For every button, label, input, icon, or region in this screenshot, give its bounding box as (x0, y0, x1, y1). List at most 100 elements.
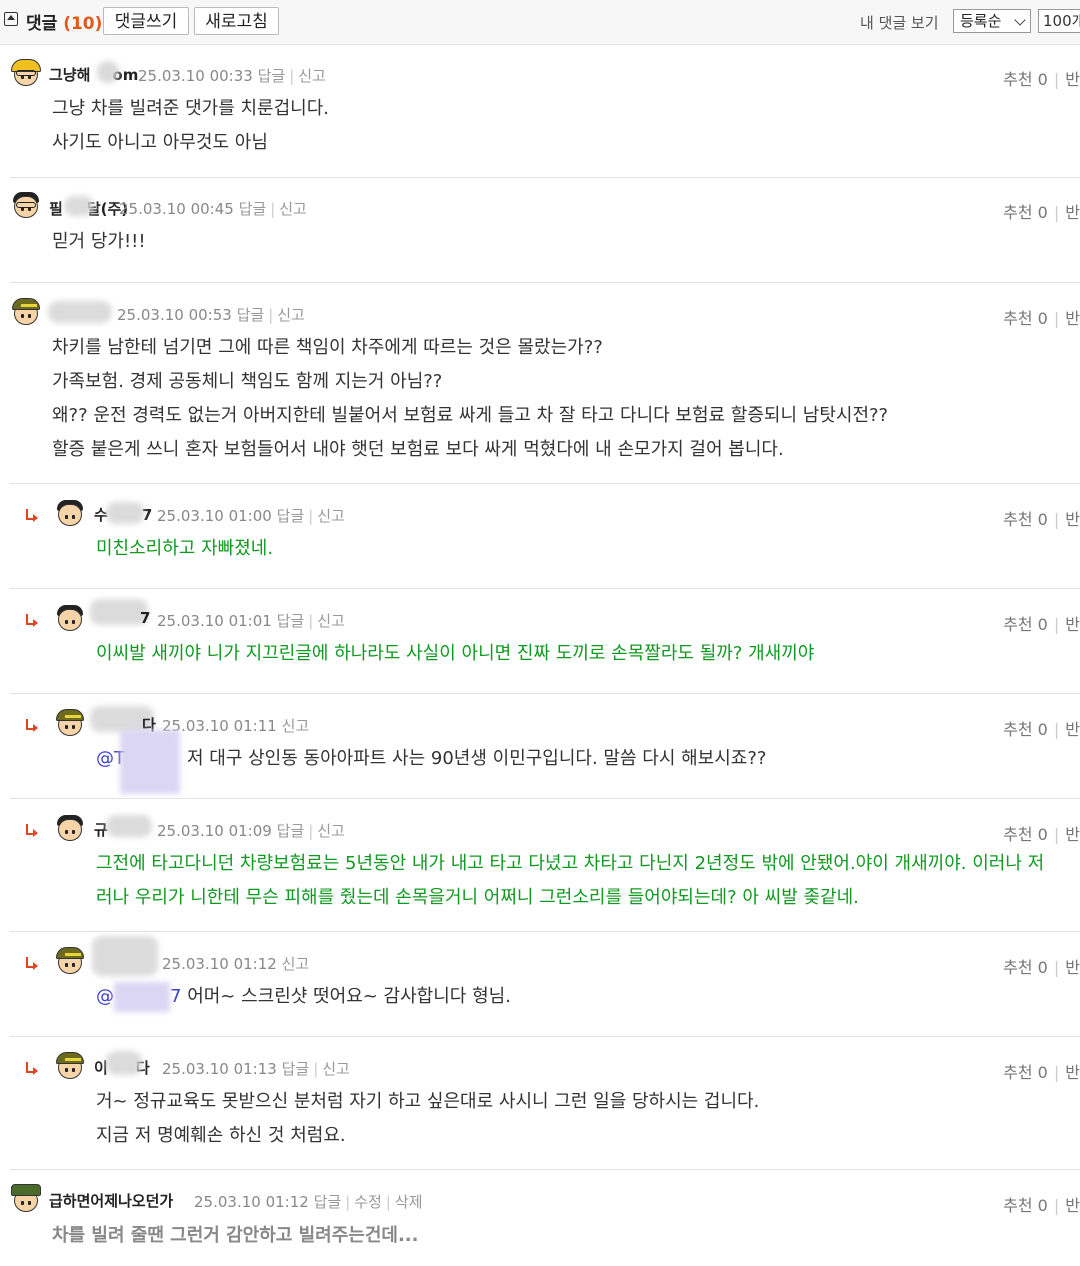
reply-link[interactable]: 답글 (314, 1193, 342, 1211)
report-link[interactable]: 신고 (317, 507, 345, 525)
reply-link[interactable]: 답글 (258, 67, 286, 85)
redaction-blur (114, 982, 170, 1012)
oppose-button[interactable]: 반 (1065, 720, 1080, 739)
avatar[interactable] (10, 1184, 42, 1216)
per-page-select[interactable]: 100개 (1038, 9, 1080, 33)
report-link[interactable]: 신고 (298, 67, 326, 85)
recommend-area: 추천 0 | 반 (1003, 720, 1080, 739)
recommend-button[interactable]: 추천 0 (1003, 510, 1048, 529)
recommend-button[interactable]: 추천 0 (1003, 615, 1048, 634)
reply-link[interactable]: 답글 (277, 612, 305, 630)
avatar[interactable] (54, 813, 86, 845)
recommend-area: 추천 0 | 반 (1003, 1063, 1080, 1082)
recommend-area: 추천 0 | 반 (1003, 309, 1080, 328)
redaction-blur (106, 815, 152, 837)
recommend-button[interactable]: 추천 0 (1003, 70, 1048, 89)
report-link[interactable]: 신고 (277, 306, 305, 324)
comment-body: 믿거 당가!!! (52, 231, 146, 252)
reply-link[interactable]: 답글 (277, 822, 305, 840)
edit-link[interactable]: 수정 (354, 1193, 382, 1211)
comment-nickname[interactable]: 급하면어제나오던가 (49, 1190, 173, 1211)
recommend-button[interactable]: 추천 0 (1003, 309, 1048, 328)
avatar[interactable] (10, 190, 42, 222)
reply-link[interactable]: 답글 (277, 507, 305, 525)
comment-meta: 25.03.10 01:01 답글 | 신고 (157, 612, 345, 630)
avatar[interactable] (10, 58, 42, 90)
collapse-icon[interactable] (4, 12, 18, 26)
reply-item: 25.03.10 01:12 신고 추천 0 | 반 @7 어머~ 스크린샷 떳어요… (10, 932, 1080, 1037)
redaction-blur (106, 502, 144, 524)
avatar[interactable] (54, 603, 86, 635)
comments-title: 댓글 (10) (26, 14, 103, 34)
recommend-button[interactable]: 추천 0 (1003, 1196, 1048, 1215)
recommend-area: 추천 0 | 반 (1003, 958, 1080, 977)
comment-body: 거~ 정규교육도 못받으신 분처럼 자기 하고 싶은대로 사시니 그런 일을 당… (96, 1091, 760, 1146)
report-link[interactable]: 신고 (322, 1060, 350, 1078)
avatar[interactable] (54, 708, 86, 740)
reply-link[interactable]: 답글 (282, 1060, 310, 1078)
comment-body: 이씨발 새끼야 니가 지끄린글에 하나라도 사실이 아니면 진짜 도끼로 손목짤… (96, 643, 815, 664)
reply-item: 다 25.03.10 01:11 신고 추천 0 | 반 @T 저 대구 상인동 동아… (10, 694, 1080, 799)
comment-item: 25.03.10 00:53 답글 | 신고 추천 0 | 반 차키를 남한테 넘기면 … (10, 283, 1080, 484)
my-comments-link[interactable]: 내 댓글 보기 (860, 12, 939, 33)
comment-toolbar: 댓글 (10) 댓글쓰기 새로고침 내 댓글 보기 등록순 100개 (0, 0, 1080, 45)
oppose-button[interactable]: 반 (1065, 615, 1080, 634)
avatar[interactable] (54, 498, 86, 530)
oppose-button[interactable]: 반 (1065, 309, 1080, 328)
reply-arrow-icon (25, 1062, 38, 1075)
comment-body: 그전에 타고다니던 차량보험료는 5년동안 내가 내고 타고 다녔고 차타고 다… (96, 853, 1045, 908)
comment-meta: 25.03.10 00:33 답글 | 신고 (138, 67, 326, 85)
chevron-down-icon (1014, 14, 1026, 26)
comment-meta: 25.03.10 01:13 답글 | 신고 (162, 1060, 350, 1078)
reply-link[interactable]: 답글 (239, 200, 267, 218)
comment-nickname[interactable]: 그냥해 om (49, 64, 138, 85)
recommend-area: 추천 0 | 반 (1003, 825, 1080, 844)
comment-meta: 25.03.10 00:53 답글 | 신고 (117, 306, 305, 324)
reply-arrow-icon (25, 509, 38, 522)
oppose-button[interactable]: 반 (1065, 510, 1080, 529)
write-comment-button[interactable]: 댓글쓰기 (103, 7, 189, 35)
reply-link[interactable]: 답글 (237, 306, 265, 324)
sort-select[interactable]: 등록순 (953, 9, 1031, 33)
report-link[interactable]: 신고 (317, 612, 345, 630)
avatar[interactable] (54, 946, 86, 978)
oppose-button[interactable]: 반 (1065, 1063, 1080, 1082)
oppose-button[interactable]: 반 (1065, 825, 1080, 844)
reply-arrow-icon (25, 957, 38, 970)
reply-item: 규 25.03.10 01:09 답글 | 신고 추천 0 | 반 그전에 타고다니던 … (10, 799, 1080, 932)
recommend-area: 추천 0 | 반 (1003, 203, 1080, 222)
recommend-area: 추천 0 | 반 (1003, 615, 1080, 634)
recommend-button[interactable]: 추천 0 (1003, 958, 1048, 977)
recommend-button[interactable]: 추천 0 (1003, 1063, 1048, 1082)
oppose-button[interactable]: 반 (1065, 70, 1080, 89)
comment-item: 급하면어제나오던가 25.03.10 01:12 답글 | 수정 | 삭제 추천 0 | 반… (10, 1170, 1080, 1266)
oppose-button[interactable]: 반 (1065, 203, 1080, 222)
redaction-blur (106, 1051, 142, 1075)
reply-arrow-icon (25, 614, 38, 627)
oppose-button[interactable]: 반 (1065, 1196, 1080, 1215)
oppose-button[interactable]: 반 (1065, 958, 1080, 977)
recommend-button[interactable]: 추천 0 (1003, 720, 1048, 739)
comment-meta: 25.03.10 01:12 신고 (162, 955, 310, 973)
comment-body: @T 저 대구 상인동 동아아파트 사는 90년생 이민구입니다. 말씀 다시 해… (96, 748, 767, 769)
comment-meta: 25.03.10 01:11 신고 (162, 717, 310, 735)
report-link[interactable]: 신고 (282, 717, 310, 735)
avatar[interactable] (10, 297, 42, 329)
reply-item: 수7 25.03.10 01:00 답글 | 신고 추천 0 | 반 미친소리하고 자빠… (10, 484, 1080, 589)
reply-arrow-icon (25, 719, 38, 732)
report-link[interactable]: 신고 (279, 200, 307, 218)
recommend-area: 추천 0 | 반 (1003, 1196, 1080, 1215)
comment-nickname[interactable]: 7 (140, 609, 150, 627)
report-link[interactable]: 신고 (282, 955, 310, 973)
recommend-button[interactable]: 추천 0 (1003, 825, 1048, 844)
recommend-button[interactable]: 추천 0 (1003, 203, 1048, 222)
delete-link[interactable]: 삭제 (395, 1193, 423, 1211)
refresh-button[interactable]: 새로고침 (194, 7, 279, 35)
comment-body: 미친소리하고 자빠졌네. (96, 538, 274, 559)
recommend-area: 추천 0 | 반 (1003, 70, 1080, 89)
report-link[interactable]: 신고 (317, 822, 345, 840)
comment-body: 차를 빌려 줄땐 그런거 감안하고 빌려주는건데... (52, 1225, 419, 1246)
comment-meta: 25.03.10 00:45 답글 | 신고 (119, 200, 307, 218)
redaction-blur (92, 936, 158, 976)
avatar[interactable] (54, 1051, 86, 1083)
